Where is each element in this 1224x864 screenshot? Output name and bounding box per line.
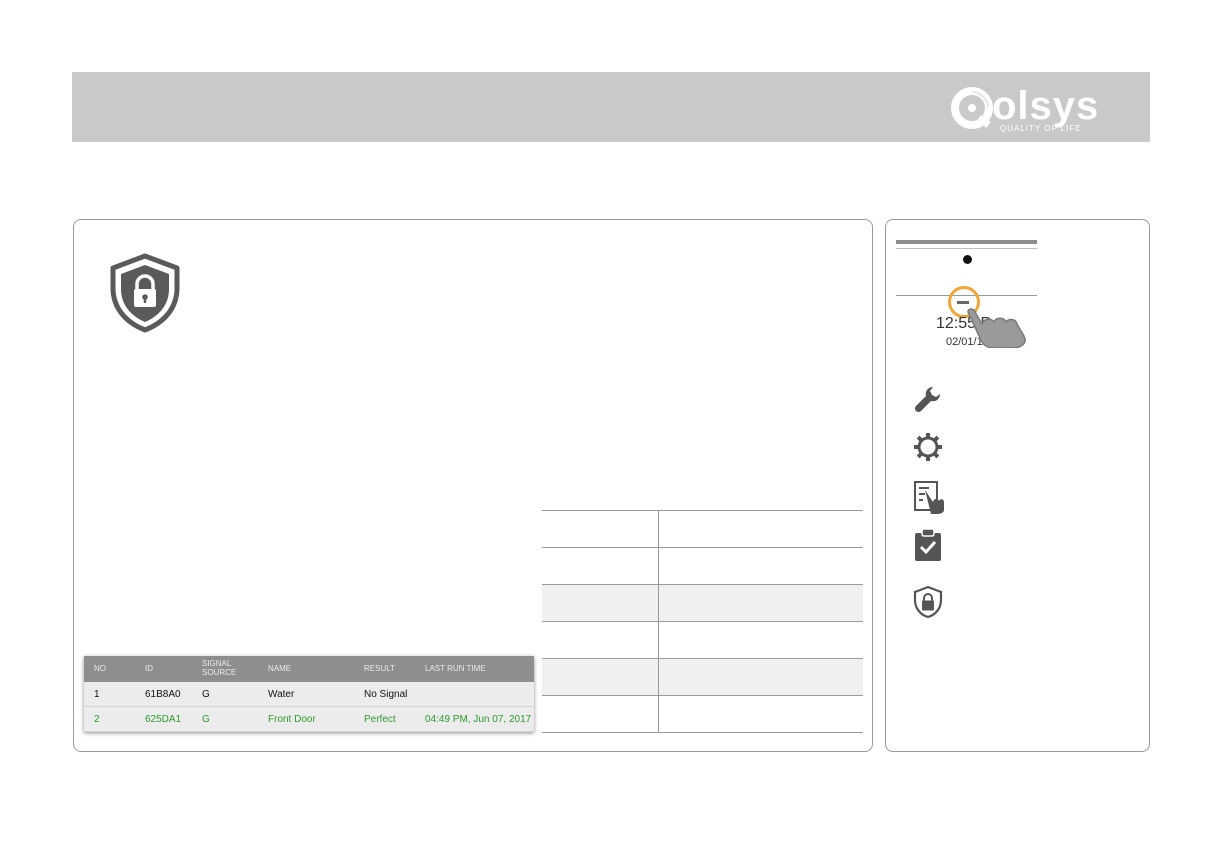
clipboard-check-icon[interactable]	[913, 528, 943, 562]
header-signal: SIGNAL	[202, 659, 232, 668]
table-row	[542, 584, 863, 622]
wrench-icon[interactable]	[913, 384, 943, 414]
blank-info-table	[542, 510, 863, 733]
logo-q-icon	[951, 87, 993, 129]
tap-hand-icon	[967, 308, 1026, 348]
header-banner: olsys QUALITY OF LIFE	[72, 72, 1150, 142]
divider	[896, 248, 1037, 249]
cell-name: Water	[268, 689, 295, 700]
header-no: NO	[94, 664, 106, 673]
cell-signal: G	[202, 689, 210, 700]
touch-panel-icon[interactable]	[913, 480, 947, 514]
cell-last-run: 04:49 PM, Jun 07, 2017	[425, 714, 532, 725]
logo-wordmark: olsys	[992, 84, 1100, 128]
panel-test-screenshot: NO ID SIGNAL SOURCE NAME RESULT LAST RUN…	[84, 656, 534, 732]
cell-result: Perfect	[364, 714, 396, 725]
table-row	[542, 658, 863, 696]
header-id: ID	[145, 664, 153, 673]
side-panel: 12:55 P 02/01/16	[885, 219, 1150, 752]
main-panel: NO ID SIGNAL SOURCE NAME RESULT LAST RUN…	[73, 219, 873, 752]
cell-no: 1	[94, 689, 100, 700]
gear-icon[interactable]	[913, 432, 943, 462]
table-row	[542, 621, 863, 659]
table-row[interactable]: 1 61B8A0 G Water No Signal	[84, 682, 534, 707]
status-dot	[963, 255, 972, 264]
logo-tagline: QUALITY OF LIFE	[1000, 124, 1082, 133]
header-name: NAME	[268, 664, 292, 673]
mini-screen-top-bar	[896, 240, 1037, 244]
table-row[interactable]: 2 625DA1 G Front Door Perfect 04:49 PM, …	[84, 707, 534, 732]
header-result: RESULT	[364, 664, 395, 673]
header-last-run: LAST RUN TIME	[425, 664, 486, 673]
cell-no: 2	[94, 714, 100, 725]
table-row	[542, 695, 863, 733]
test-table-header: NO ID SIGNAL SOURCE NAME RESULT LAST RUN…	[84, 656, 534, 682]
qolsys-logo: olsys QUALITY OF LIFE	[950, 84, 1130, 136]
shield-lock-icon	[110, 253, 180, 333]
shield-lock-icon[interactable]	[913, 585, 943, 619]
cell-name: Front Door	[268, 714, 316, 725]
cell-id: 61B8A0	[145, 689, 181, 700]
table-row	[542, 510, 863, 548]
cell-signal: G	[202, 714, 210, 725]
table-row	[542, 547, 863, 585]
header-source: SOURCE	[202, 668, 237, 677]
cell-id: 625DA1	[145, 714, 182, 725]
cell-result: No Signal	[364, 689, 408, 700]
